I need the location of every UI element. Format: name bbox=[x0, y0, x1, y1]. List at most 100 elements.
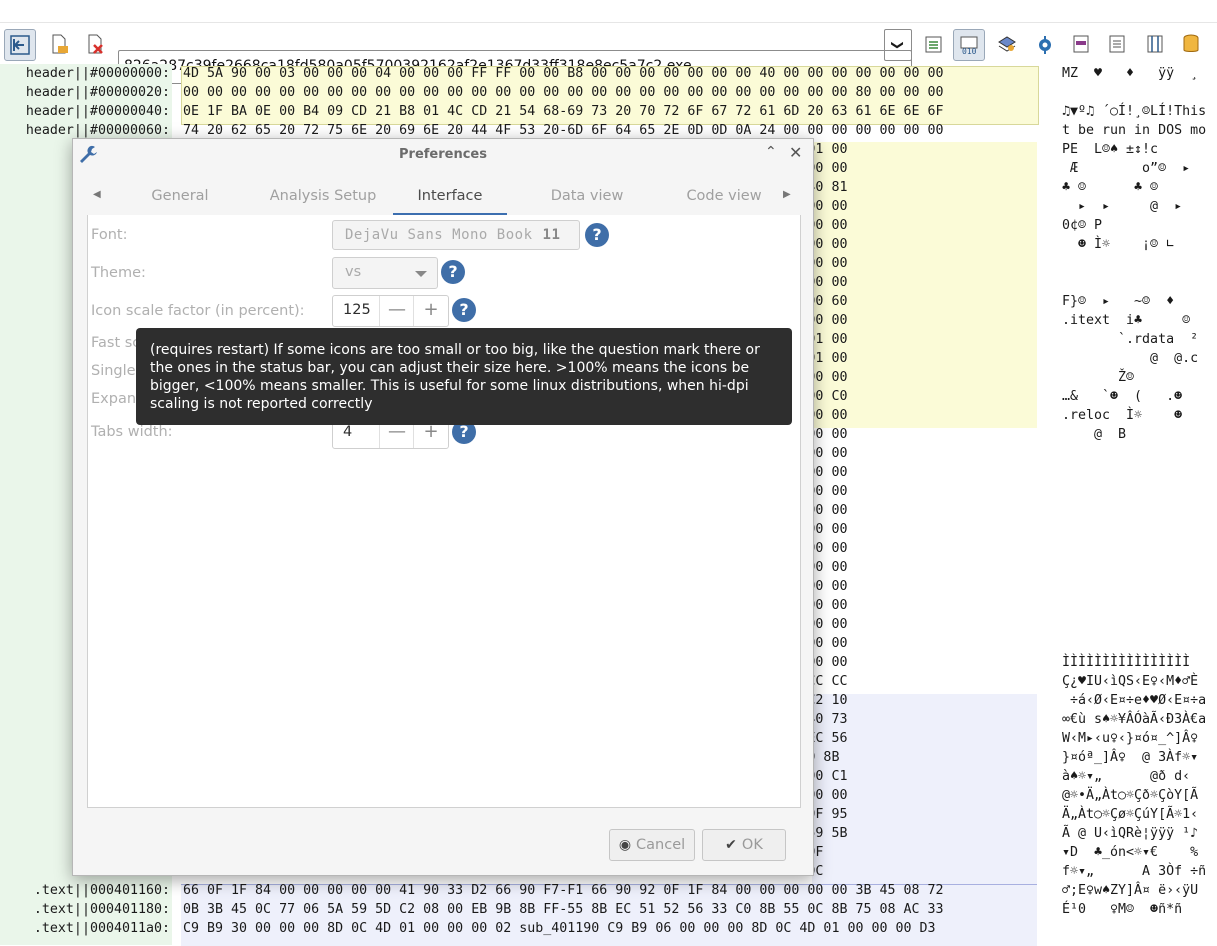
tab-analysis-setup[interactable]: Analysis Setup bbox=[249, 179, 397, 213]
font-label: Font: bbox=[91, 227, 128, 243]
document-icon bbox=[1109, 35, 1125, 53]
hex-row-ascii[interactable]: Æ o”☺ ▸ bbox=[1062, 159, 1190, 178]
hex-row-ascii[interactable]: 0¢☺ P bbox=[1062, 216, 1102, 235]
strings-button[interactable] bbox=[918, 29, 948, 59]
theme-label: Theme: bbox=[91, 265, 146, 281]
hex-row-ascii[interactable]: Ã @ U‹ìQRè¦ÿÿÿ ¹♪ bbox=[1062, 824, 1198, 843]
tabs-width-label: Tabs width: bbox=[91, 424, 173, 440]
hex-row-ascii[interactable]: f☼▾„ A 3Òf ÷ñ bbox=[1062, 862, 1206, 881]
help-icon[interactable]: ? bbox=[585, 223, 609, 247]
tab-general[interactable]: General bbox=[125, 179, 235, 213]
close-file-button[interactable] bbox=[80, 29, 110, 59]
hex-row-ascii[interactable]: ♂;E♀w♠ZY]Â¤ ë›‹ÿU bbox=[1062, 881, 1198, 900]
checkmark-icon: ✔ bbox=[725, 837, 737, 853]
help-icon[interactable]: ? bbox=[441, 260, 465, 284]
document-icon bbox=[1073, 35, 1089, 53]
icon-scale-stepper[interactable]: 125 — + bbox=[332, 295, 449, 327]
hex-row[interactable]: .text||0004011a0: C9 B9 30 00 00 00 8D 0C… bbox=[0, 919, 1217, 938]
tab-code-view[interactable]: Code view bbox=[669, 179, 779, 213]
hex-row-bytes[interactable]: C9 B9 30 00 00 00 8D 0C 4D 01 00 00 00 0… bbox=[183, 919, 936, 938]
preferences-dialog: Preferences ⌃ ✕ ◀ General Analysis Setup… bbox=[72, 138, 814, 876]
hex-row-ascii[interactable]: Ç¿♥IU‹ìQS‹E♀‹M♦♂È bbox=[1062, 672, 1198, 691]
hex-row-address: .text||000401180: bbox=[33, 902, 170, 917]
font-name: DejaVu Sans Mono Book bbox=[345, 227, 533, 243]
back-button[interactable] bbox=[4, 29, 36, 61]
imports-button[interactable] bbox=[1102, 29, 1132, 59]
database-button[interactable] bbox=[1176, 29, 1206, 59]
back-arrow-icon bbox=[10, 35, 30, 55]
hex-row-ascii[interactable]: W‹M▸‹u♀‹}¤ó¤_^]Â♀ bbox=[1062, 729, 1198, 748]
hex-row-bytes[interactable]: 4D 5A 90 00 03 00 00 00 04 00 00 00 FF F… bbox=[183, 64, 944, 83]
hex-row[interactable]: .text||000401180: 0B 3B 45 0C 77 06 5A 59… bbox=[0, 900, 1217, 919]
hex-row-ascii[interactable]: @☼•Ä„Àt○☼Çð☼ÇòY[Ã bbox=[1062, 786, 1198, 805]
hex-row-ascii[interactable]: ÷á‹Ø‹E¤÷e♦♥Ø‹E¤÷a bbox=[1062, 691, 1206, 710]
analysis-button[interactable] bbox=[992, 29, 1022, 59]
single-label: Single bbox=[91, 363, 136, 379]
sections-button[interactable] bbox=[1066, 29, 1096, 59]
hex-row-ascii[interactable]: ▾D ♣_ón<☼▾€ % bbox=[1062, 843, 1198, 862]
icon-scale-label: Icon scale factor (in percent): bbox=[91, 303, 305, 319]
hex-row-ascii[interactable]: ♣ ☺ ♣ ☺ bbox=[1062, 178, 1158, 197]
hex-row-ascii[interactable]: à♠☼▾„ @ð d‹ bbox=[1062, 767, 1190, 786]
hex-row-ascii[interactable]: MZ ♥ ♦ ÿÿ ¸ @ bbox=[1062, 64, 1217, 83]
hex-row-address: header||#00000000: bbox=[25, 66, 170, 81]
hex-row-ascii[interactable]: @ @.c bbox=[1062, 349, 1198, 368]
hex-row-ascii[interactable]: ☻ Ì☼ ¡☺ ∟ bbox=[1062, 235, 1174, 254]
tab-data-view[interactable]: Data view bbox=[527, 179, 647, 213]
hex-row-ascii[interactable]: @ B bbox=[1062, 425, 1126, 444]
tab-interface[interactable]: Interface bbox=[393, 179, 507, 216]
hex-row-ascii[interactable]: Ž☺ bbox=[1062, 368, 1134, 387]
hex-row-bytes[interactable]: 00 00 00 00 00 00 00 00 00 00 00 00 00 0… bbox=[183, 83, 944, 102]
hex-row[interactable]: header||#00000020: 00 00 00 00 00 00 00 0… bbox=[0, 83, 1217, 102]
theme-select[interactable]: vs bbox=[332, 257, 438, 289]
increment-button[interactable]: + bbox=[413, 296, 448, 326]
database-icon bbox=[1183, 34, 1199, 52]
layers-icon bbox=[998, 36, 1016, 52]
icon-scale-value: 125 bbox=[343, 302, 371, 318]
hex-row-bytes[interactable]: 0E 1F BA 0E 00 B4 09 CD 21 B8 01 4C CD 2… bbox=[183, 102, 944, 121]
cancel-button[interactable]: ◉ Cancel bbox=[609, 829, 695, 861]
hex-row-ascii[interactable]: t be run in DOS mo bbox=[1062, 121, 1206, 140]
hex-row-ascii[interactable]: ÌÌÌÌÌÌÌÌÌÌÌÌÌÌÌÌ bbox=[1062, 653, 1190, 672]
hex-row-ascii[interactable]: }¤óª_]Â♀ @ 3Àf☼▾ bbox=[1062, 748, 1198, 767]
settings-button[interactable] bbox=[1030, 29, 1060, 59]
file-path-dropdown[interactable]: ❯ bbox=[884, 29, 912, 61]
font-size: 11 bbox=[542, 227, 561, 243]
font-picker[interactable]: DejaVu Sans Mono Book 11 bbox=[332, 220, 580, 250]
resources-button[interactable] bbox=[1140, 29, 1170, 59]
tab-scroll-right-icon[interactable]: ▶ bbox=[783, 189, 791, 200]
ok-button[interactable]: ✔ OK bbox=[702, 829, 786, 861]
help-icon[interactable]: ? bbox=[452, 298, 476, 322]
hex-row-ascii[interactable]: ∞€ù s♠☼¥ÂÓàÃ‹Ð3À€a bbox=[1062, 710, 1206, 729]
hex-row[interactable]: header||#00000000: 4D 5A 90 00 03 00 00 0… bbox=[0, 64, 1217, 83]
hex-row-ascii[interactable]: ▸ ▸ @ ▸ bbox=[1062, 197, 1182, 216]
icon-scale-tooltip: (requires restart) If some icons are too… bbox=[136, 328, 792, 425]
tab-scroll-left-icon[interactable]: ◀ bbox=[93, 189, 101, 200]
hex-row[interactable]: header||#00000040: 0E 1F BA 0E 00 B4 09 C… bbox=[0, 102, 1217, 121]
hex-row-bytes[interactable]: 0B 3B 45 0C 77 06 5A 59 5D C2 08 00 EB 9… bbox=[183, 900, 944, 919]
hex-row-ascii[interactable]: F}☺ ▸ ~☺ ♦ bbox=[1062, 292, 1174, 311]
minimize-icon[interactable]: ⌃ bbox=[765, 144, 777, 160]
hex-row-ascii[interactable]: .reloc Ì☼ ☻ bbox=[1062, 406, 1198, 425]
binary-icon: 010 bbox=[960, 36, 978, 56]
hex-row-ascii[interactable]: Ä„Àt○☼Çø☼ÇúY[Ã☼1‹ bbox=[1062, 805, 1198, 824]
hex-row-bytes[interactable]: 66 0F 1F 84 00 00 00 00 00 41 90 33 D2 6… bbox=[183, 881, 944, 900]
ok-label: OK bbox=[741, 837, 763, 853]
hex-row[interactable]: .text||000401160: 66 0F 1F 84 00 00 00 00… bbox=[0, 881, 1217, 900]
close-icon[interactable]: ✕ bbox=[789, 143, 802, 162]
film-icon bbox=[1147, 35, 1163, 53]
tabs-width-value: 4 bbox=[343, 424, 353, 440]
hex-row-ascii[interactable]: PE L☺♠ ±↕!c bbox=[1062, 140, 1158, 159]
hex-row-ascii[interactable]: ♫▼º♫ ´○Í!¸☺LÍ!This bbox=[1062, 102, 1206, 121]
hex-row-ascii[interactable]: É¹0 ♀M☺ ☻ñ*ñ bbox=[1062, 900, 1182, 919]
cancel-icon: ◉ bbox=[618, 837, 632, 853]
theme-value: vs bbox=[345, 264, 362, 280]
decrement-button[interactable]: — bbox=[379, 296, 414, 326]
hex-view-button[interactable]: 010 bbox=[953, 29, 985, 61]
hex-row-address: .text||0004011a0: bbox=[33, 921, 170, 936]
hex-row-ascii[interactable]: …& `☻ ( .☻ bbox=[1062, 387, 1182, 406]
hex-row-ascii[interactable]: `.rdata ² bbox=[1062, 330, 1198, 349]
gear-icon bbox=[1039, 36, 1051, 54]
hex-row-ascii[interactable]: .itext i♣ ☺ bbox=[1062, 311, 1206, 330]
open-file-button[interactable] bbox=[44, 29, 74, 59]
